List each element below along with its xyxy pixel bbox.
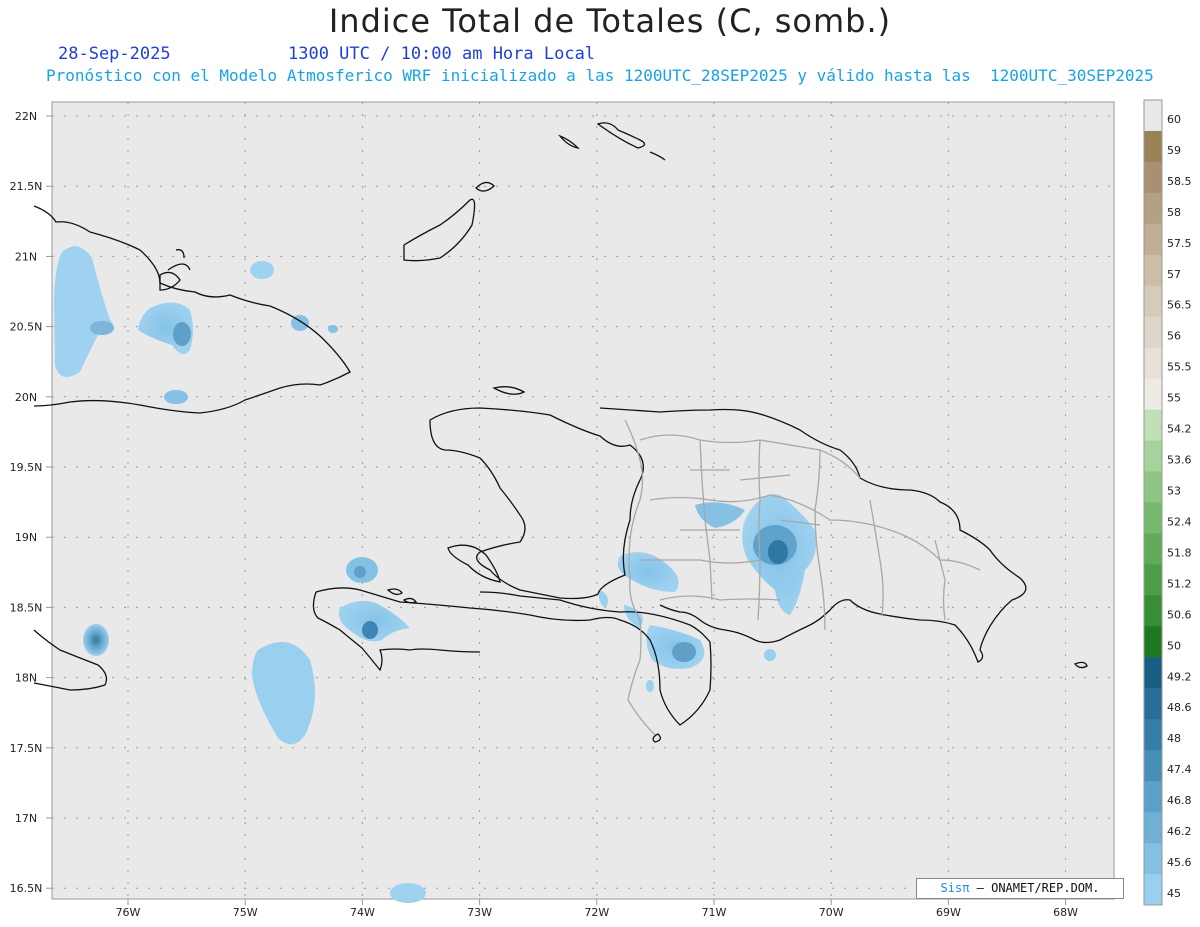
colorbar-label: 45	[1167, 887, 1181, 900]
colorbar-swatch	[1144, 657, 1162, 689]
latitude-labels: 22N 21.5N 21N 20.5N 20N 19.5N 19N 18.5N 18N 17.5N…	[10, 110, 43, 895]
colorbar-label: 60	[1167, 113, 1181, 126]
lon-label: 70W	[819, 906, 844, 919]
lat-label: 16.5N	[10, 882, 43, 895]
lat-label: 20N	[15, 391, 37, 404]
colorbar-swatch	[1144, 161, 1162, 194]
lon-label: 72W	[584, 906, 609, 919]
colorbar-swatch	[1144, 192, 1162, 225]
lon-label: 76W	[116, 906, 141, 919]
colorbar-swatch	[1144, 812, 1162, 844]
colorbar-swatch	[1144, 750, 1162, 782]
colorbar-swatch	[1144, 347, 1162, 380]
lon-label: 75W	[233, 906, 258, 919]
colorbar-label: 49.2	[1167, 670, 1192, 683]
colorbar-label: 55	[1167, 392, 1181, 405]
colorbar-swatch	[1144, 378, 1162, 411]
colorbar-label: 47.4	[1167, 763, 1192, 776]
weather-map: 22N 21.5N 21N 20.5N 20N 19.5N 19N 18.5N 18N 17.5N…	[10, 99, 1192, 919]
lat-label: 21.5N	[10, 180, 43, 193]
colorbar-label: 50	[1167, 639, 1181, 652]
colorbar-swatch	[1144, 409, 1162, 442]
longitude-labels: 76W 75W 74W 73W 72W 71W 70W 69W 68W	[116, 906, 1079, 919]
colorbar-swatch	[1144, 440, 1162, 473]
lon-label: 73W	[467, 906, 492, 919]
lat-label: 20.5N	[10, 321, 43, 334]
colorbar-swatch	[1144, 595, 1162, 627]
colorbar-swatch	[1144, 626, 1162, 658]
colorbar-swatch	[1144, 316, 1162, 349]
colorbar-swatch	[1144, 130, 1162, 163]
lat-label: 19.5N	[10, 461, 43, 474]
colorbar-swatch	[1144, 502, 1162, 534]
plot-area	[51, 101, 1115, 900]
credit-text: – ONAMET/REP.DOM.	[976, 881, 1100, 895]
lat-label: 17.5N	[10, 742, 43, 755]
colorbar-label: 48	[1167, 732, 1181, 745]
colorbar-label: 58	[1167, 206, 1181, 219]
colorbar-swatch	[1144, 100, 1162, 132]
lat-label: 17N	[15, 812, 37, 825]
colorbar-swatch	[1144, 285, 1162, 318]
colorbar-label: 56.5	[1167, 299, 1192, 312]
colorbar-swatch	[1144, 564, 1162, 596]
credit-box: Sisπ – ONAMET/REP.DOM.	[916, 878, 1124, 899]
colorbar-label: 54.2	[1167, 423, 1192, 436]
colorbar: 60 59 58.5 58 57.5 57 56.5 56 55.5 55 54.2 53.6 53 52…	[1143, 99, 1192, 906]
lat-label: 18N	[15, 672, 37, 685]
colorbar-swatch	[1144, 254, 1162, 287]
colorbar-label: 56	[1167, 330, 1181, 343]
lat-label: 19N	[15, 531, 37, 544]
lat-label: 18.5N	[10, 601, 43, 614]
colorbar-label: 59	[1167, 144, 1181, 157]
colorbar-label: 51.8	[1167, 546, 1192, 559]
colorbar-label: 53	[1167, 485, 1181, 498]
colorbar-label: 57	[1167, 268, 1181, 281]
colorbar-swatch	[1144, 533, 1162, 565]
colorbar-swatch	[1144, 471, 1162, 503]
sis-logo: Sisπ	[940, 881, 970, 895]
lon-label: 68W	[1053, 906, 1078, 919]
colorbar-label: 55.5	[1167, 361, 1192, 374]
colorbar-label: 50.6	[1167, 608, 1192, 621]
colorbar-label: 57.5	[1167, 237, 1192, 250]
colorbar-swatch	[1144, 688, 1162, 720]
colorbar-swatch	[1144, 781, 1162, 813]
colorbar-label: 46.2	[1167, 825, 1192, 838]
colorbar-swatch	[1144, 874, 1162, 906]
colorbar-swatch	[1144, 223, 1162, 256]
colorbar-label: 46.8	[1167, 794, 1192, 807]
lon-label: 74W	[350, 906, 375, 919]
colorbar-label: 45.6	[1167, 856, 1192, 869]
colorbar-swatch	[1144, 719, 1162, 751]
colorbar-label: 51.2	[1167, 577, 1192, 590]
colorbar-swatch	[1144, 843, 1162, 875]
lon-label: 69W	[936, 906, 961, 919]
lat-label: 21N	[15, 250, 37, 263]
lat-label: 22N	[15, 110, 37, 123]
colorbar-label: 58.5	[1167, 175, 1192, 188]
lon-label: 71W	[702, 906, 727, 919]
colorbar-label: 48.6	[1167, 701, 1192, 714]
colorbar-label: 53.6	[1167, 454, 1192, 467]
colorbar-label: 52.4	[1167, 515, 1192, 528]
